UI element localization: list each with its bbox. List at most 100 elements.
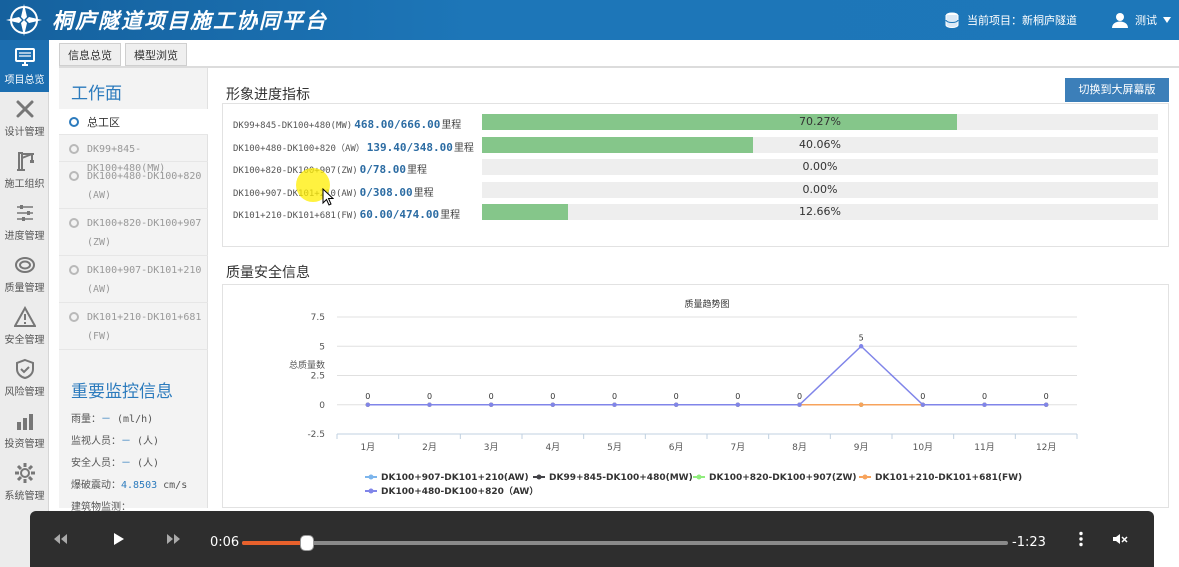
data-point (365, 402, 371, 407)
monitor-row: 监视人员：－ (人) (71, 432, 159, 447)
radio-circle-icon (69, 171, 79, 181)
tab-info-overview[interactable]: 信息总览 (59, 43, 121, 66)
monitor-unit: (人) (131, 458, 160, 469)
data-label: 0 (550, 392, 555, 401)
data-label: 0 (797, 392, 802, 401)
nav-item-label: 设计管理 (4, 127, 45, 138)
workface-item[interactable]: 总工区 (59, 109, 208, 135)
play-icon[interactable] (110, 531, 126, 547)
x-tick-label: 2月 (422, 442, 437, 453)
progress-unit: 里程 (406, 165, 427, 176)
monitor-unit: (ml/h) (111, 414, 154, 425)
x-tick-label: 12月 (1036, 442, 1056, 453)
monitor-row: 爆破震动：4.8503 cm/s (71, 476, 187, 491)
legend-marker (696, 474, 702, 480)
y-tick-label: -2.5 (307, 430, 325, 440)
workface-item[interactable]: DK99+845-DK100+480(MW) (59, 136, 208, 174)
progress-unit: 里程 (441, 120, 462, 131)
monitor-label: 爆破震动： (71, 480, 121, 491)
nav-item-2[interactable]: 施工组织 (0, 144, 49, 196)
y-tick-label: 7.5 (311, 313, 325, 323)
radio-circle-icon (69, 117, 79, 127)
nav-item-3[interactable]: 进度管理 (0, 196, 49, 248)
progress-title: 形象进度指标 (226, 87, 310, 103)
data-point (858, 402, 864, 407)
progress-row-name: DK101+210-DK101+681(FW) 60.00/474.00里程 (233, 206, 460, 221)
seek-bar[interactable] (242, 535, 1008, 551)
nav-item-1[interactable]: 设计管理 (0, 92, 49, 144)
data-label: 0 (365, 392, 370, 401)
monitor-label: 安全人员： (71, 458, 121, 469)
nav-item-0[interactable]: 项目总览 (0, 40, 49, 92)
legend-label: DK100+480-DK100+820（AW） (381, 486, 538, 497)
data-label: 5 (859, 333, 864, 342)
workface-item-label: DK100+820-DK100+907 (ZW) (87, 218, 202, 248)
legend-label: DK100+907-DK101+210(AW) (381, 473, 529, 483)
progress-row-name: DK100+480-DK100+820（AW） 139.40/348.00里程 (233, 139, 474, 154)
more-options-icon[interactable] (1073, 531, 1089, 547)
workface-item[interactable]: DK100+480-DK100+820 (AW) (59, 163, 208, 209)
progress-row: DK100+820-DK100+907(ZW) 0/78.00里程 0.00% (233, 159, 1158, 176)
progress-row-name: DK100+820-DK100+907(ZW) 0/78.00里程 (233, 161, 427, 176)
progress-percent: 70.27% (799, 115, 841, 128)
user-name: 测试 (1135, 14, 1157, 27)
nav-item-label: 安全管理 (4, 335, 45, 346)
workface-item[interactable]: DK101+210-DK101+681 (FW) (59, 304, 208, 350)
volume-mute-icon[interactable] (1112, 531, 1128, 547)
x-tick-label: 8月 (792, 442, 807, 453)
data-point (797, 402, 802, 407)
app-root: 桐庐隧道项目施工协同平台 当前项目：新桐庐隧道 测试 项目总览 设计管理 施工组织进… (0, 0, 1179, 567)
progress-unit: 里程 (453, 142, 474, 154)
data-label: 0 (612, 392, 617, 401)
progress-percent: 0.00% (802, 182, 838, 196)
progress-panel: DK99+845-DK100+480(MW) 468.00/666.00里程 70.… (222, 103, 1169, 247)
monitor-unit: (人) (131, 436, 160, 447)
switch-bigscreen-button[interactable]: 切换到大屏幕版 (1065, 78, 1169, 102)
progress-bar: 40.06% (482, 136, 1158, 153)
nav-item-5[interactable]: 安全管理 (0, 300, 49, 352)
x-tick-label: 4月 (545, 442, 560, 453)
progress-row: DK100+907-DK101+210(AW) 0/308.00里程 0.00% (233, 181, 1158, 199)
current-time: 0:06 (210, 535, 240, 550)
nav-item-4[interactable]: 质量管理 (0, 248, 49, 300)
monitor-value: － (121, 458, 131, 469)
y-tick-label: 0 (319, 401, 325, 411)
seek-thumb[interactable] (300, 535, 315, 551)
legend-label: DK100+820-DK100+907(ZW) (709, 473, 857, 483)
legend-marker (368, 474, 374, 480)
workface-item[interactable]: DK100+820-DK100+907 (ZW) (59, 210, 208, 256)
nav-item-8[interactable]: 系统管理 (0, 456, 49, 508)
workface-item[interactable]: DK100+907-DK101+210 (AW) (59, 257, 208, 303)
data-point (488, 402, 494, 407)
progress-percent: 0.00% (802, 160, 838, 173)
monitor-label: 雨量： (71, 414, 101, 425)
legend-marker (368, 488, 374, 494)
progress-row: DK101+210-DK101+681(FW) 60.00/474.00里程 12.… (233, 204, 1158, 221)
monitor-icon (14, 48, 35, 66)
nav-item-6[interactable]: 风险管理 (0, 352, 49, 404)
workface-title: 工作面 (71, 84, 122, 104)
current-project[interactable]: 当前项目：新桐庐隧道 (943, 11, 1077, 29)
skip-forward-icon[interactable] (166, 531, 182, 547)
tab-model-browse[interactable]: 模型浏览 (125, 43, 187, 66)
monitor-row: 雨量：－ (ml/h) (71, 410, 153, 425)
progress-row: DK99+845-DK100+480(MW) 468.00/666.00里程 70.… (233, 114, 1158, 131)
progress-bar: 70.27% (482, 114, 1158, 130)
data-label: 0 (427, 392, 432, 401)
progress-percent: 40.06% (799, 137, 841, 151)
nav-item-label: 质量管理 (4, 283, 45, 294)
data-point (735, 402, 741, 407)
nav-item-7[interactable]: 投资管理 (0, 404, 49, 456)
x-tick-label: 3月 (484, 442, 499, 453)
nav-item-label: 施工组织 (4, 179, 45, 190)
progress-bar: 0.00% (482, 181, 1158, 198)
quality-trend-chart: 质量趋势图 7.5 5 2.5 0 -2.5 总质量数 1月 2月 3月 4月 5月 6月 7月 8月 9月 1… (289, 298, 1078, 497)
user-menu[interactable]: 测试 (1111, 11, 1171, 29)
nav-item-label: 系统管理 (4, 491, 45, 502)
nav-item-label: 风险管理 (4, 387, 45, 398)
x-tick-label: 9月 (854, 442, 869, 453)
skip-back-icon[interactable] (52, 531, 68, 547)
platform-logo-icon (6, 4, 42, 36)
gear-icon (14, 463, 35, 483)
quality-title: 质量安全信息 (226, 265, 310, 281)
